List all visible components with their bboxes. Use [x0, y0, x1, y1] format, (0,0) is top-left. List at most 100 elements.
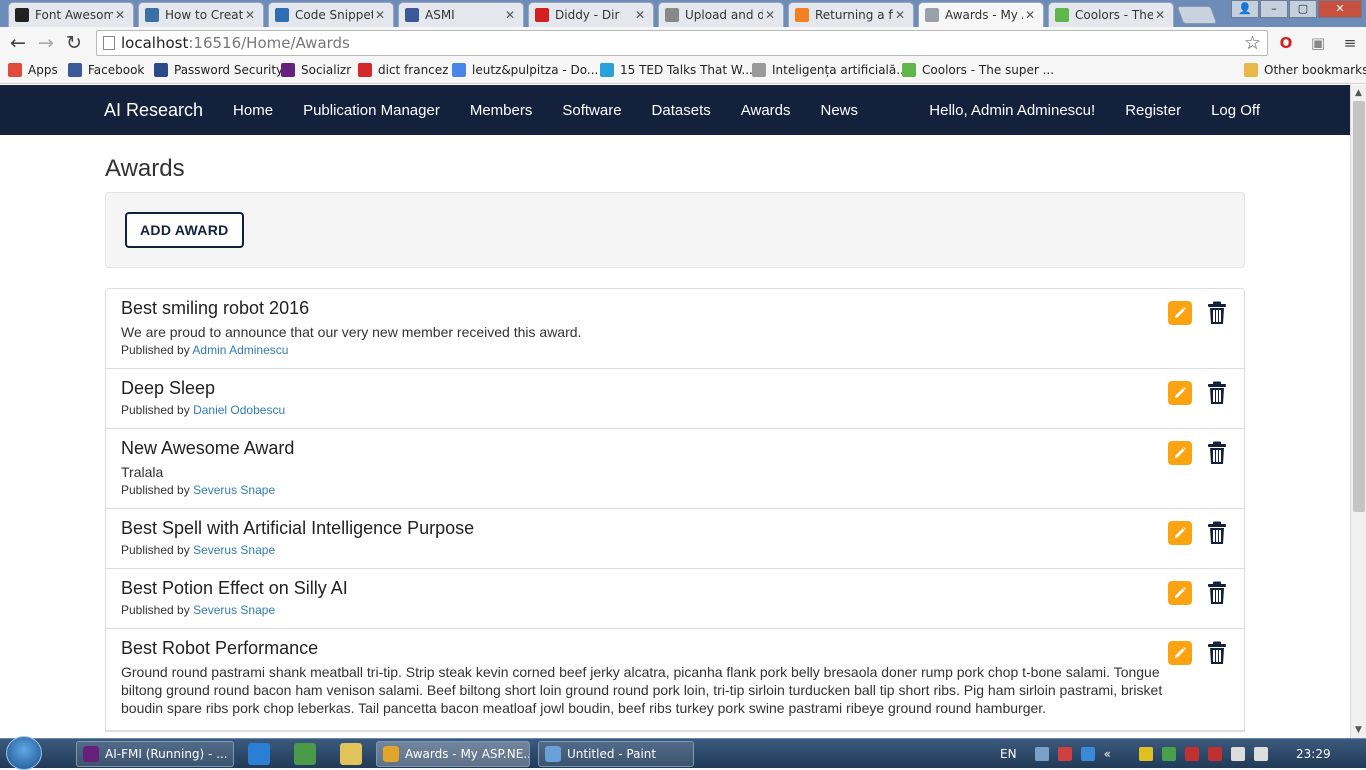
window-controls: 👤 – ▢ ✕ — [1230, 0, 1362, 18]
nav-news[interactable]: News — [806, 102, 874, 119]
edit-award-button[interactable] — [1168, 301, 1192, 325]
browser-tab[interactable]: Diddy - Dir ✕ — [528, 2, 654, 27]
nav-register[interactable]: Register — [1110, 102, 1196, 119]
bookmark-item[interactable]: Inteligența artificială... — [752, 63, 908, 77]
signal-tray-icon[interactable] — [1230, 747, 1245, 761]
award-author-link[interactable]: Severus Snape — [193, 543, 275, 557]
tab-close-icon[interactable]: ✕ — [113, 8, 127, 22]
bookmark-item[interactable]: 15 TED Talks That W... — [600, 63, 753, 77]
bookmark-item[interactable]: dict francez — [358, 63, 448, 77]
bookmark-star-icon[interactable]: ☆ — [1244, 32, 1261, 54]
clock[interactable]: 23:29 — [1296, 747, 1331, 761]
bookmark-item[interactable]: Coolors - The super ... — [902, 63, 1054, 77]
security-tray-icon[interactable] — [1057, 747, 1072, 761]
browser-tab[interactable]: Upload and do✕ — [658, 2, 784, 27]
browser-tab[interactable]: Coolors - The ✕ — [1048, 2, 1174, 27]
delete-award-button[interactable] — [1205, 301, 1229, 325]
site-navbar: AI Research Home Publication Manager Mem… — [0, 85, 1350, 135]
browser-tab[interactable]: Awards - My A ✕ — [918, 2, 1044, 27]
delete-award-button[interactable] — [1205, 521, 1229, 545]
nav-home[interactable]: Home — [218, 102, 288, 119]
tab-close-icon[interactable]: ✕ — [1153, 8, 1167, 22]
award-author-link[interactable]: Severus Snape — [193, 483, 275, 497]
delete-award-button[interactable] — [1205, 441, 1229, 465]
site-brand[interactable]: AI Research — [104, 100, 203, 121]
award-author-link[interactable]: Daniel Odobescu — [193, 403, 285, 417]
nav-members[interactable]: Members — [455, 102, 548, 119]
tab-close-icon[interactable]: ✕ — [503, 8, 517, 22]
edit-award-button[interactable] — [1168, 581, 1192, 605]
tab-close-icon[interactable]: ✕ — [633, 8, 647, 22]
back-arrow-icon[interactable]: ← — [4, 29, 32, 57]
edit-award-button[interactable] — [1168, 441, 1192, 465]
extension-icon[interactable]: ▣ — [1308, 33, 1328, 53]
tab-close-icon[interactable]: ✕ — [373, 8, 387, 22]
trash-icon — [1207, 521, 1227, 545]
edit-award-button[interactable] — [1168, 381, 1192, 405]
volume-tray-icon[interactable] — [1253, 747, 1268, 761]
bookmark-item[interactable]: Socializr — [281, 63, 351, 77]
delete-award-button[interactable] — [1205, 381, 1229, 405]
browser-tab[interactable]: Returning a file✕ — [788, 2, 914, 27]
tab-close-icon[interactable]: ✕ — [1023, 8, 1037, 22]
nav-user-greeting[interactable]: Hello, Admin Adminescu! — [914, 102, 1110, 119]
delete-award-button[interactable] — [1205, 641, 1229, 665]
start-button[interactable] — [6, 736, 42, 770]
tab-favicon-icon — [925, 8, 939, 22]
antivirus-tray-icon[interactable] — [1207, 747, 1222, 761]
page-scrollbar[interactable]: ▲ ▼ — [1350, 85, 1366, 738]
scroll-down-arrow-icon[interactable]: ▼ — [1351, 722, 1366, 738]
reload-icon[interactable]: ↻ — [60, 29, 88, 57]
taskbar-task[interactable]: Awards - My ASP.NE... — [376, 741, 530, 767]
add-award-button[interactable]: ADD AWARD — [125, 212, 244, 248]
bookmark-item[interactable]: leutz&pulpitza - Do... — [452, 63, 598, 77]
award-author-link[interactable]: Severus Snape — [193, 603, 275, 617]
maximize-button[interactable]: ▢ — [1289, 0, 1317, 18]
browser-tab[interactable]: ASMI ✕ — [398, 2, 524, 27]
nav-awards[interactable]: Awards — [726, 102, 806, 119]
address-bar[interactable]: localhost:16516/Home/Awards ☆ — [96, 30, 1268, 56]
explorer-folder-icon[interactable] — [340, 743, 362, 765]
internet-explorer-icon[interactable] — [248, 743, 270, 765]
tab-close-icon[interactable]: ✕ — [763, 8, 777, 22]
nav-software[interactable]: Software — [547, 102, 636, 119]
forward-arrow-icon[interactable]: → — [32, 29, 60, 57]
scroll-up-arrow-icon[interactable]: ▲ — [1351, 85, 1366, 101]
close-window-button[interactable]: ✕ — [1318, 0, 1362, 18]
browser-tab[interactable]: How to Create ✕ — [138, 2, 264, 27]
language-indicator[interactable]: EN — [1000, 747, 1017, 761]
bookmark-item[interactable]: Facebook — [68, 63, 144, 77]
edit-award-button[interactable] — [1168, 641, 1192, 665]
edit-award-button[interactable] — [1168, 521, 1192, 545]
safely-remove-tray-icon[interactable] — [1161, 747, 1176, 761]
menu-icon[interactable]: ≡ — [1340, 33, 1360, 53]
minimize-button[interactable]: – — [1260, 0, 1288, 18]
scroll-thumb[interactable] — [1353, 101, 1365, 512]
tab-close-icon[interactable]: ✕ — [893, 8, 907, 22]
warning-tray-icon[interactable] — [1138, 747, 1153, 761]
nav-datasets[interactable]: Datasets — [637, 102, 726, 119]
nav-publication-manager[interactable]: Publication Manager — [288, 102, 455, 119]
user-icon[interactable]: 👤 — [1231, 0, 1259, 18]
flag-tray-icon[interactable] — [1184, 747, 1199, 761]
network-tray-icon[interactable] — [1034, 747, 1049, 761]
browser-tab[interactable]: Font Awesome✕ — [8, 2, 134, 27]
bookmark-item[interactable]: Password Security — [154, 63, 283, 77]
browser-tab[interactable]: Code Snippet ✕ — [268, 2, 394, 27]
show-hidden-icon[interactable]: « — [1104, 747, 1118, 761]
award-author-link[interactable]: Admin Adminescu — [192, 343, 288, 357]
dropbox-tray-icon[interactable] — [1080, 747, 1095, 761]
task-app-icon — [545, 746, 561, 762]
taskbar-task[interactable]: AI-FMI (Running) - ... — [76, 741, 234, 767]
new-tab-button[interactable] — [1176, 6, 1218, 24]
taskbar-task[interactable]: Untitled - Paint — [538, 741, 694, 767]
device-manager-icon[interactable] — [294, 743, 316, 765]
tab-close-icon[interactable]: ✕ — [243, 8, 257, 22]
bookmark-item[interactable]: Apps — [8, 63, 58, 77]
other-bookmarks[interactable]: Other bookmarks — [1244, 63, 1366, 77]
delete-award-button[interactable] — [1205, 581, 1229, 605]
trash-icon — [1207, 441, 1227, 465]
tab-favicon-icon — [665, 8, 679, 22]
opera-icon[interactable]: O — [1276, 33, 1296, 53]
nav-log-off[interactable]: Log Off — [1196, 102, 1275, 119]
